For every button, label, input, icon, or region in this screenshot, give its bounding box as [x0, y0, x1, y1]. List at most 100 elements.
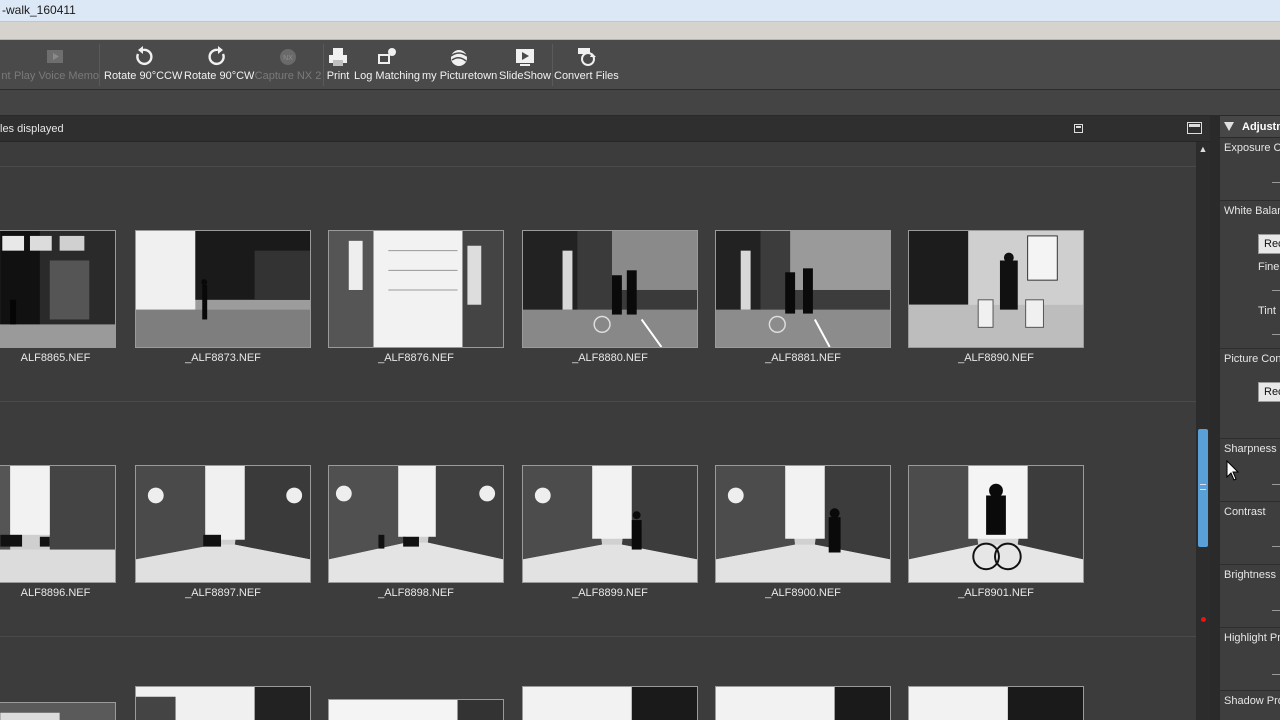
print-icon — [329, 48, 347, 66]
thumbnail[interactable] — [135, 686, 311, 720]
slideshow-icon — [516, 49, 534, 66]
voice-memo-icon — [47, 50, 63, 63]
photo-cyclist-close — [909, 466, 1083, 582]
photo-street-perspective-2 — [329, 466, 503, 582]
convert-files-icon — [578, 48, 596, 66]
thumbnail[interactable] — [715, 686, 891, 720]
rotate-ccw-icon — [136, 46, 153, 66]
convert-files-label: Convert Files — [554, 70, 619, 82]
thumbnail-filename: _ALF8901.NEF — [958, 587, 1034, 599]
highlight-slider[interactable] — [1272, 674, 1280, 675]
play-voice-memo-button[interactable]: Play Voice Memo — [14, 46, 99, 86]
exposure-slider[interactable] — [1272, 182, 1280, 183]
rotate-ccw-button[interactable]: Rotate 90°CCW — [104, 46, 182, 86]
thumbnail[interactable] — [328, 699, 504, 720]
thumbnail-filename: ALF8896.NEF — [20, 587, 91, 599]
photo-partial — [909, 687, 1083, 720]
maximize-panel-icon[interactable] — [1187, 122, 1202, 134]
photo-partial — [136, 687, 310, 720]
slideshow-button[interactable]: SlideShow — [498, 46, 552, 86]
vertical-scrollbar[interactable]: ▲ — [1196, 142, 1210, 720]
adjustments-header[interactable]: Adjustm — [1220, 116, 1280, 138]
thumbnail-filename: _ALF8876.NEF — [378, 352, 454, 364]
thumbnail[interactable] — [0, 230, 116, 348]
thumbnail[interactable] — [908, 230, 1084, 348]
photo-partial — [0, 703, 115, 720]
row-divider — [0, 401, 1196, 402]
white-balance-label: White Balan — [1224, 205, 1280, 217]
capture-nx-button[interactable]: NX Capture NX 2 — [254, 46, 322, 86]
contrast-slider[interactable] — [1272, 546, 1280, 547]
rotate-cw-label: Rotate 90°CW — [184, 70, 255, 82]
thumbnail[interactable] — [135, 465, 311, 583]
capture-nx-icon: NX — [280, 49, 296, 65]
thumbnail-filename: _ALF8873.NEF — [185, 352, 261, 364]
thumbnail-filename: _ALF8897.NEF — [185, 587, 261, 599]
secondary-toolbar — [0, 90, 1280, 116]
fine-slider[interactable] — [1272, 290, 1280, 291]
convert-files-button[interactable]: Convert Files — [554, 46, 619, 86]
thumbnail[interactable] — [908, 686, 1084, 720]
thumbnail-filename: _ALF8898.NEF — [378, 587, 454, 599]
thumbnail[interactable] — [908, 465, 1084, 583]
toolbar-separator — [99, 44, 100, 86]
photo-street-cars — [0, 466, 115, 582]
rotate-cw-button[interactable]: Rotate 90°CW — [184, 46, 255, 86]
print-button[interactable]: Print — [326, 46, 350, 86]
toolbar-button-label: nt — [1, 70, 11, 82]
window-title: -walk_160411 — [2, 3, 76, 17]
photo-pedestrian-walking — [136, 231, 310, 347]
thumbnail[interactable] — [715, 465, 891, 583]
photo-street-cyclist — [523, 466, 697, 582]
menu-strip — [0, 22, 1280, 40]
picture-control-recorded-button[interactable]: Rec — [1258, 382, 1280, 402]
photo-bicycles-street — [523, 231, 697, 347]
thumbnail[interactable] — [715, 230, 891, 348]
thumbnail[interactable] — [522, 686, 698, 720]
toolbar: nt Play Voice Memo Rotate 90°CCW Rotate … — [0, 40, 1280, 90]
play-voice-memo-label: Play Voice Memo — [14, 70, 99, 82]
photo-partial — [523, 687, 697, 720]
mouse-cursor-icon — [1226, 460, 1240, 481]
thumbnail-filename: _ALF8881.NEF — [765, 352, 841, 364]
tint-label: Tint — [1258, 305, 1276, 317]
thumbnail[interactable] — [522, 230, 698, 348]
tint-slider[interactable] — [1272, 334, 1280, 335]
scrollbar-thumb[interactable] — [1198, 429, 1208, 547]
thumbnail[interactable] — [328, 465, 504, 583]
thumbnail[interactable] — [135, 230, 311, 348]
panel-splitter[interactable] — [1210, 116, 1220, 720]
photo-building-signs — [329, 231, 503, 347]
thumbnail[interactable] — [0, 702, 116, 720]
log-matching-button[interactable]: Log Matching — [354, 46, 420, 86]
fine-label: Fine — [1258, 261, 1280, 273]
thumbnail[interactable] — [522, 465, 698, 583]
capture-nx-label: Capture NX 2 — [254, 70, 322, 82]
thumbnail-filename: _ALF8899.NEF — [572, 587, 648, 599]
thumbnail-filename: _ALF8890.NEF — [958, 352, 1034, 364]
slideshow-label: SlideShow — [499, 70, 551, 82]
white-balance-recorded-button[interactable]: Rec — [1258, 234, 1280, 254]
minimize-panel-icon[interactable] — [1074, 124, 1083, 133]
svg-text:NX: NX — [283, 55, 293, 62]
toolbar-button-cut-off[interactable]: nt — [0, 46, 12, 86]
thumbnail[interactable] — [0, 465, 116, 583]
log-matching-label: Log Matching — [354, 70, 421, 82]
scroll-up-arrow-icon[interactable]: ▲ — [1196, 142, 1210, 156]
sharpness-slider[interactable] — [1272, 484, 1280, 485]
shadow-protection-label: Shadow Pro — [1224, 695, 1280, 707]
photo-street-shopfront — [0, 231, 115, 347]
rotate-cw-icon — [208, 46, 225, 66]
collapse-triangle-icon[interactable] — [1224, 122, 1234, 131]
rotate-ccw-label: Rotate 90°CCW — [104, 70, 183, 82]
photo-street-cyclist-2 — [716, 466, 890, 582]
photo-bicycles-street-2 — [716, 231, 890, 347]
my-picturetown-label: my Picturetown — [422, 70, 498, 82]
photo-street-perspective — [136, 466, 310, 582]
toolbar-separator — [552, 44, 553, 86]
thumbnail[interactable] — [328, 230, 504, 348]
my-picturetown-button[interactable]: my Picturetown — [422, 46, 498, 86]
brightness-slider[interactable] — [1272, 610, 1280, 611]
browser-status-bar: les displayed — [0, 116, 1210, 142]
adjustments-title: Adjustm — [1242, 121, 1280, 133]
